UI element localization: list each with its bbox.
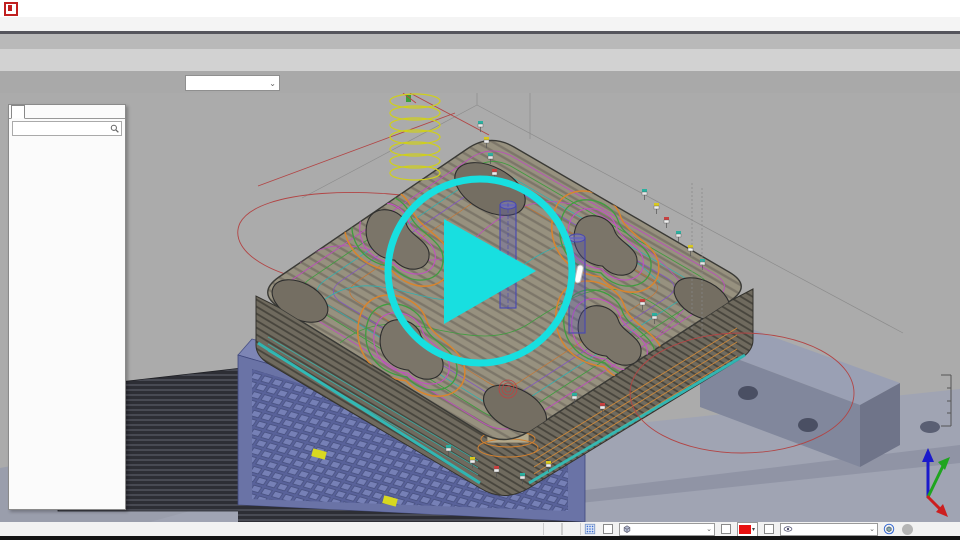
tree-search[interactable] [12,121,122,136]
chevron-down-icon: ▾ [751,526,756,533]
command-combobox[interactable]: ⌄ [185,75,280,91]
window-bottom-edge [0,536,960,540]
reference-checkbox[interactable] [603,524,613,534]
chevron-down-icon: ⌄ [269,79,279,88]
command-bar: ⌄ [0,71,960,94]
go2cam-window: ⌄ [0,0,960,540]
cad-scene [0,93,960,522]
chevron-down-icon: ⌄ [869,525,875,533]
current-color-swatch[interactable]: ▾ [737,522,758,537]
grid-snap-icon[interactable] [584,523,596,535]
eye-icon [783,524,793,534]
color-swatch [739,525,751,534]
x-coordinate [543,523,562,535]
color-checkbox[interactable] [721,524,731,534]
wcs-cube-icon [622,524,632,534]
ribbon-tab-row [0,34,960,49]
y-coordinate [562,523,581,535]
status-bar: ⌄ ▾ ⌄ [0,522,960,536]
layer-selector[interactable]: ⌄ [780,523,878,536]
search-icon [110,124,119,133]
ribbon-tool-row [0,49,960,72]
viewport-3d[interactable] [0,93,960,522]
view-orientation-icon[interactable] [883,523,895,535]
search-input[interactable] [13,124,110,133]
app-logo-icon [4,2,18,16]
machining-panel [8,104,126,510]
tab-machining[interactable] [11,105,25,119]
chevron-down-icon: ⌄ [706,525,712,533]
help-button[interactable] [902,524,913,535]
layer-checkbox[interactable] [764,524,774,534]
menu-bar [0,17,960,31]
reference-selector[interactable]: ⌄ [619,523,715,536]
titlebar [0,0,960,17]
